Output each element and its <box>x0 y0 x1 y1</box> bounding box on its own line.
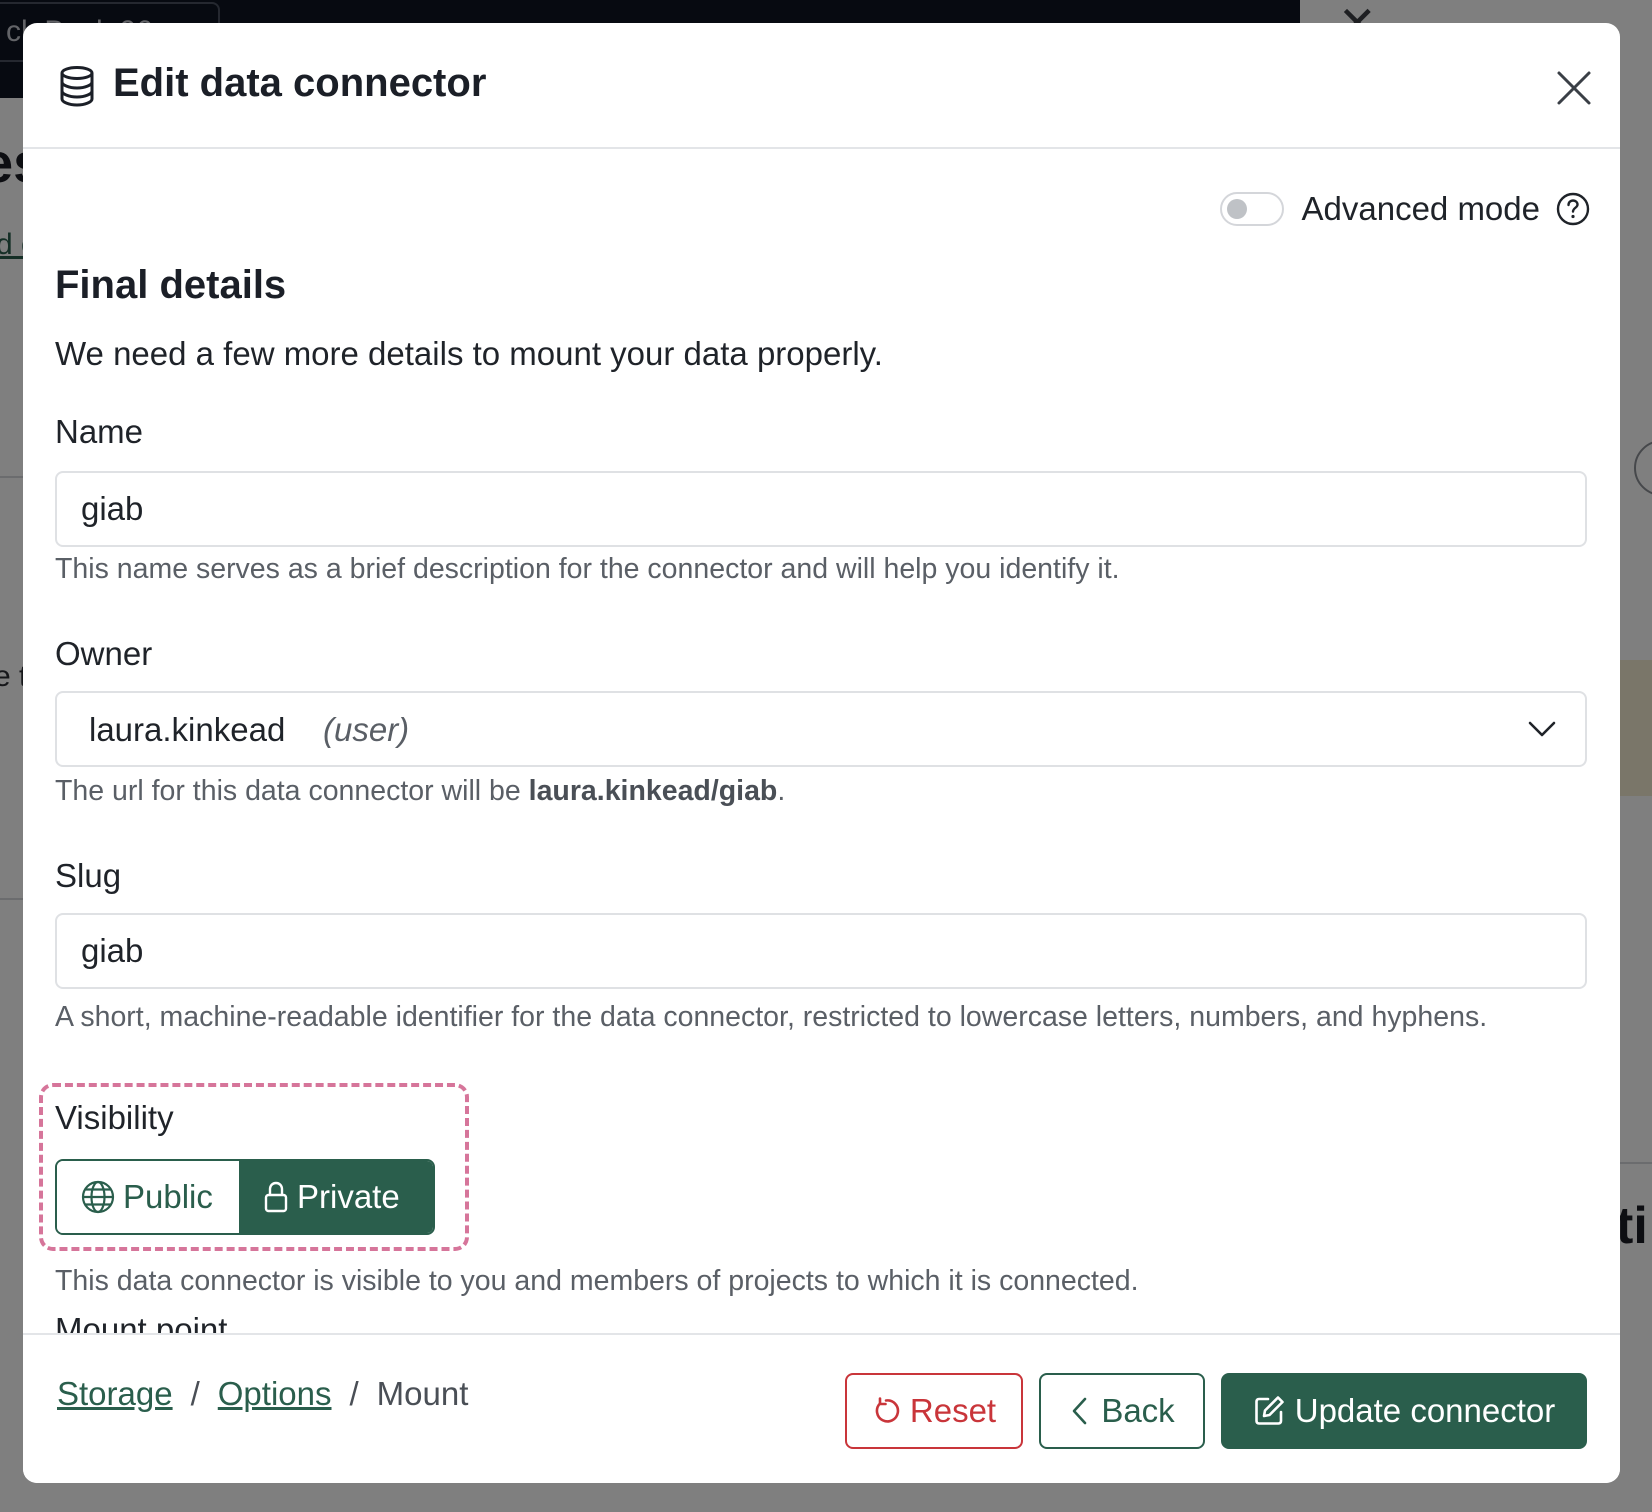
name-label: Name <box>55 413 144 450</box>
visibility-public-button[interactable]: Public <box>57 1161 239 1233</box>
database-icon <box>60 66 94 107</box>
advanced-mode-toggle[interactable] <box>1219 192 1284 226</box>
breadcrumb-separator: / <box>190 1375 200 1412</box>
breadcrumb-options[interactable]: Options <box>218 1375 332 1412</box>
modal-body: Advanced mode Final details We need a fe… <box>23 151 1620 1333</box>
reset-button[interactable]: Reset <box>845 1373 1023 1449</box>
owner-help-text: The url for this data connector will be … <box>55 775 785 808</box>
visibility-help-text: This data connector is visible to you an… <box>55 1265 1139 1297</box>
question-circle-icon[interactable] <box>1556 192 1590 226</box>
visibility-label: Visibility <box>55 1099 174 1136</box>
update-connector-button-label: Update connector <box>1294 1392 1556 1429</box>
modal-title: Edit data connector <box>113 61 487 105</box>
section-title: Final details <box>55 263 287 307</box>
owner-help-url: laura.kinkead/giab <box>528 775 778 807</box>
edit-data-connector-modal: Edit data connector Advanced mode Final … <box>23 23 1620 1483</box>
name-input[interactable] <box>55 471 1587 547</box>
update-connector-button[interactable]: Update connector <box>1221 1373 1587 1449</box>
globe-icon <box>81 1180 115 1214</box>
slug-help-text: A short, machine-readable identifier for… <box>55 1001 1488 1033</box>
advanced-mode-row: Advanced mode <box>1219 189 1591 229</box>
owner-help-suffix: . <box>777 775 786 807</box>
owner-select-value: laura.kinkead <box>89 711 286 748</box>
reset-icon <box>875 1397 900 1423</box>
modal-header: Edit data connector <box>23 23 1620 149</box>
owner-label: Owner <box>55 635 153 672</box>
breadcrumb-mount: Mount <box>376 1375 469 1412</box>
breadcrumb-separator: / <box>349 1375 359 1412</box>
section-description: We need a few more details to mount your… <box>55 335 883 372</box>
slug-label: Slug <box>55 857 122 894</box>
owner-help-prefix: The url for this data connector will be <box>55 775 529 807</box>
lock-icon <box>264 1181 288 1213</box>
back-button[interactable]: Back <box>1039 1373 1205 1449</box>
visibility-private-label: Private <box>297 1178 400 1215</box>
owner-select[interactable]: laura.kinkead (user) <box>55 691 1587 767</box>
close-icon[interactable] <box>1551 65 1597 111</box>
breadcrumb-storage[interactable]: Storage <box>57 1375 173 1412</box>
visibility-toggle-group: Public Private <box>55 1159 435 1235</box>
owner-select-role: (user) <box>323 711 410 748</box>
back-button-label: Back <box>1101 1392 1175 1429</box>
modal-footer: Storage / Options / Mount Reset Back Update … <box>23 1333 1620 1483</box>
visibility-private-button[interactable]: Private <box>239 1161 433 1233</box>
toggle-knob <box>1226 199 1247 219</box>
slug-input[interactable] <box>55 913 1587 989</box>
mount-point-label: Mount point <box>55 1311 228 1333</box>
visibility-public-label: Public <box>123 1178 213 1215</box>
edit-icon <box>1254 1396 1284 1425</box>
reset-button-label: Reset <box>909 1392 997 1429</box>
name-help-text: This name serves as a brief description … <box>55 553 1120 585</box>
chevron-left-icon <box>1073 1397 1087 1425</box>
chevron-down-icon <box>1528 721 1556 737</box>
breadcrumb: Storage / Options / Mount <box>57 1375 468 1413</box>
advanced-mode-label: Advanced mode <box>1301 190 1541 227</box>
